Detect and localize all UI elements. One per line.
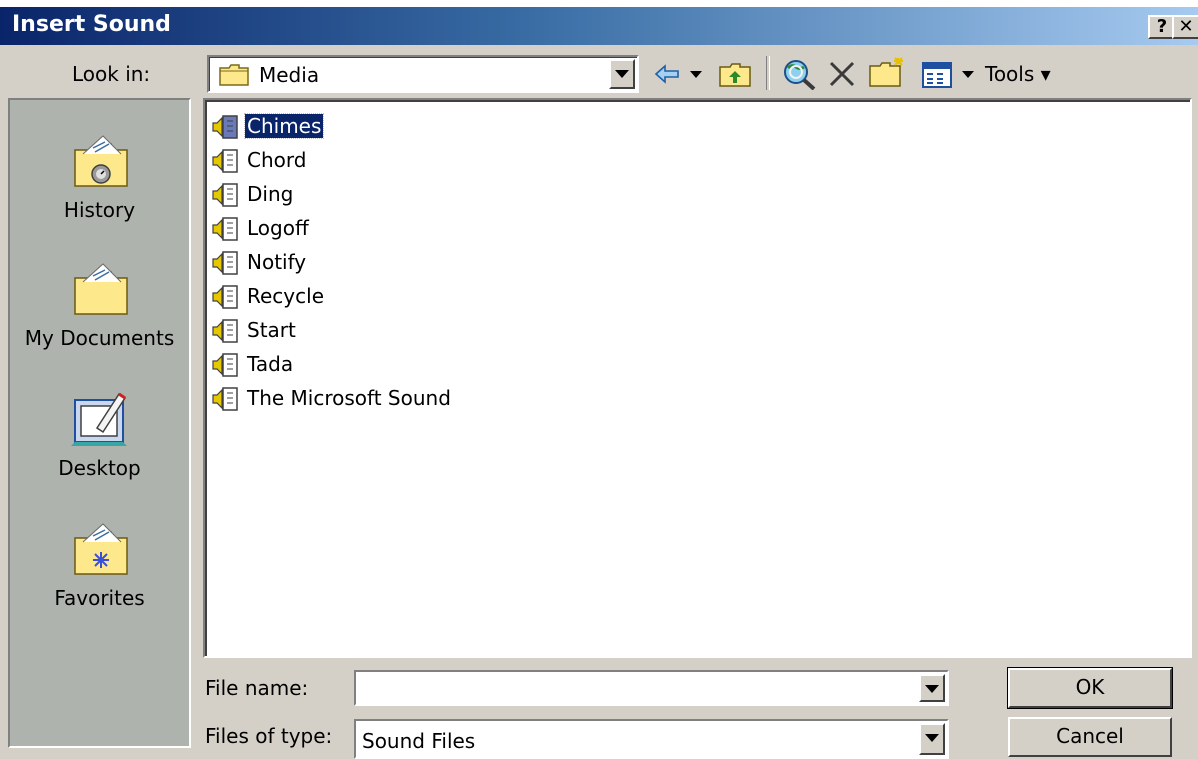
look-in-label: Look in: <box>72 62 151 86</box>
chevron-down-icon[interactable] <box>919 723 945 755</box>
views-dropdown-icon[interactable] <box>962 71 974 79</box>
back-dropdown-icon[interactable] <box>690 71 702 79</box>
list-item-label: Recycle <box>247 284 324 308</box>
ok-button[interactable]: OK <box>1007 667 1173 709</box>
file-list[interactable]: Chimes Chord Ding Logoff Notify Recycle Start T… <box>203 98 1192 658</box>
window-title: Insert Sound <box>12 12 171 37</box>
search-the-web-icon[interactable] <box>782 58 816 90</box>
list-item-label: Chimes <box>243 113 325 139</box>
top-strip <box>0 0 1198 7</box>
delete-icon[interactable] <box>828 60 856 88</box>
files-of-type-label: Files of type: <box>205 724 333 748</box>
sound-file-icon <box>212 251 238 275</box>
toolbar-separator <box>766 56 770 90</box>
list-item-label: Ding <box>247 182 294 206</box>
places-bar: History My Documents Desktop Favorites <box>8 98 191 748</box>
sound-file-icon <box>212 183 238 207</box>
place-my-documents-label: My Documents <box>24 326 175 350</box>
favorites-folder-icon <box>73 523 128 575</box>
sound-file-icon <box>212 217 238 241</box>
history-folder-icon <box>73 135 128 187</box>
place-my-documents[interactable]: My Documents <box>10 258 189 350</box>
up-one-level-icon[interactable] <box>719 62 751 88</box>
sound-file-icon <box>212 285 238 309</box>
create-new-folder-icon[interactable] <box>868 56 908 88</box>
title-bar: Insert Sound ? ✕ <box>0 7 1198 45</box>
place-desktop[interactable]: Desktop <box>10 388 189 480</box>
close-button[interactable]: ✕ <box>1172 15 1198 39</box>
file-name-label: File name: <box>205 676 309 700</box>
desktop-icon <box>70 392 127 446</box>
list-item-label: Chord <box>247 148 307 172</box>
file-name-input[interactable] <box>360 675 910 701</box>
back-arrow-icon[interactable] <box>654 64 680 84</box>
sound-file-icon <box>212 319 238 343</box>
list-item-label: Tada <box>247 352 294 376</box>
file-name-field[interactable] <box>354 670 949 706</box>
cancel-button[interactable]: Cancel <box>1008 717 1172 757</box>
sound-file-icon <box>212 353 238 377</box>
look-in-dropdown[interactable]: Media <box>207 55 639 93</box>
place-history-label: History <box>63 198 136 222</box>
views-icon[interactable] <box>922 62 952 88</box>
place-history[interactable]: History <box>10 130 189 222</box>
look-in-value: Media <box>259 63 320 87</box>
place-favorites-label: Favorites <box>54 586 145 610</box>
place-favorites[interactable]: Favorites <box>10 518 189 610</box>
sound-file-icon <box>212 149 238 173</box>
list-item-label: The Microsoft Sound <box>247 386 451 410</box>
tools-menu[interactable]: Tools ▾ <box>985 62 1051 86</box>
files-of-type-value: Sound Files <box>362 729 476 753</box>
list-item-label: Logoff <box>247 216 309 240</box>
list-item-label: Start <box>247 318 296 342</box>
folder-icon <box>219 64 249 86</box>
sound-file-icon <box>212 115 238 139</box>
sound-file-icon <box>212 387 238 411</box>
chevron-down-icon[interactable] <box>919 674 945 702</box>
my-documents-folder-icon <box>73 263 128 315</box>
place-desktop-label: Desktop <box>58 456 141 480</box>
chevron-down-icon[interactable] <box>609 59 635 89</box>
files-of-type-dropdown[interactable]: Sound Files <box>354 719 949 759</box>
list-item-label: Notify <box>247 250 307 274</box>
